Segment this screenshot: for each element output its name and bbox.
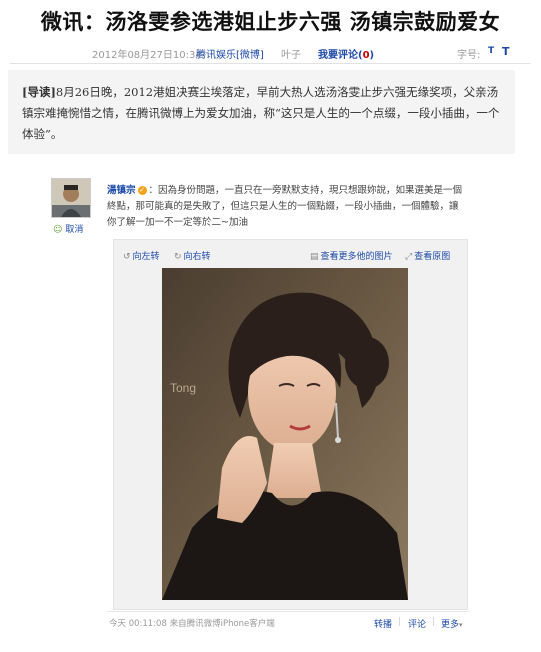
gallery-icon: ▤: [310, 252, 319, 262]
post-time: 今天 00:11:08 来自腾讯微博iPhone客户端: [109, 619, 275, 629]
article-summary: [导读]8月26日晚，2012港姐决赛尘埃落定，早前大热人选汤洛雯止步六强无缘奖…: [8, 70, 515, 154]
footer-divider: [107, 611, 469, 612]
cancel-label: 取消: [65, 225, 84, 235]
publish-datetime: 2012年08月27日10:34: [92, 50, 202, 61]
avatar[interactable]: [51, 178, 91, 218]
summary-text: 8月26日晚，2012港姐决赛尘埃落定，早前大热人选汤洛雯止步六强无缘奖项，父亲…: [22, 85, 500, 141]
repost-link[interactable]: 转播: [374, 617, 392, 630]
more-images-link[interactable]: ▤ 查看更多他的图片: [310, 249, 393, 262]
verified-icon: ✓: [137, 186, 147, 195]
rotate-left-button[interactable]: ↺ 向左转: [123, 249, 160, 262]
avatar-image: [52, 179, 90, 217]
comment-label: 我要评论(: [318, 50, 363, 61]
more-menu-button[interactable]: 更多▾: [441, 617, 463, 630]
font-large-button[interactable]: T: [502, 45, 510, 58]
comment-action-link[interactable]: 评论: [408, 617, 426, 630]
rotate-left-label: 向左转: [132, 252, 160, 262]
post-body: ：因為身份問題，一直只在一旁默默支持，現只想跟妳說，如果選美是一個終點，那可能真…: [107, 185, 463, 228]
person-icon: ☺: [53, 225, 63, 235]
view-original-label: 查看原图: [414, 252, 451, 262]
comment-close: ): [369, 50, 375, 61]
weibo-post-text: 湯镇宗 ✓ ：因為身份問題，一直只在一旁默默支持，現只想跟妳說，如果選美是一個終點，…: [107, 183, 467, 231]
photo-watermark: Tong: [170, 381, 196, 395]
portrait-image: Tong: [162, 268, 408, 600]
article-headline: 微讯：汤洛雯参选港姐止步六强 汤镇宗鼓励爱女: [40, 9, 501, 34]
rotate-right-icon: ↻: [174, 252, 182, 262]
cancel-follow-link[interactable]: ☺ 取消: [53, 222, 83, 235]
separator: |: [432, 617, 436, 627]
font-size-label: 字号:: [457, 50, 481, 61]
rotate-left-icon: ↺: [123, 252, 131, 262]
comment-count: 0: [362, 50, 370, 61]
expand-icon: ⤢: [405, 252, 413, 262]
post-photo[interactable]: Tong: [162, 268, 408, 600]
rotate-right-button[interactable]: ↻ 向右转: [174, 249, 211, 262]
article-meta: 2012年08月27日10:34 腾讯娱乐[微博] 叶子 我要评论(0) 字号:…: [0, 45, 541, 62]
separator: |: [398, 617, 402, 627]
comment-link[interactable]: 我要评论(0): [318, 46, 374, 61]
chevron-down-icon: ▾: [459, 621, 463, 629]
view-original-link[interactable]: ⤢ 查看原图: [405, 249, 450, 262]
rotate-right-label: 向右转: [183, 252, 211, 262]
post-author-link[interactable]: 湯镇宗: [107, 185, 136, 196]
summary-tag: [导读]: [22, 85, 56, 99]
more-label: 更多: [441, 620, 460, 630]
author-name: 叶子: [281, 50, 301, 61]
divider: [10, 63, 531, 64]
source-link[interactable]: 腾讯娱乐[微博]: [196, 46, 264, 61]
font-small-button[interactable]: T: [488, 46, 494, 56]
more-images-label: 查看更多他的图片: [320, 252, 393, 262]
